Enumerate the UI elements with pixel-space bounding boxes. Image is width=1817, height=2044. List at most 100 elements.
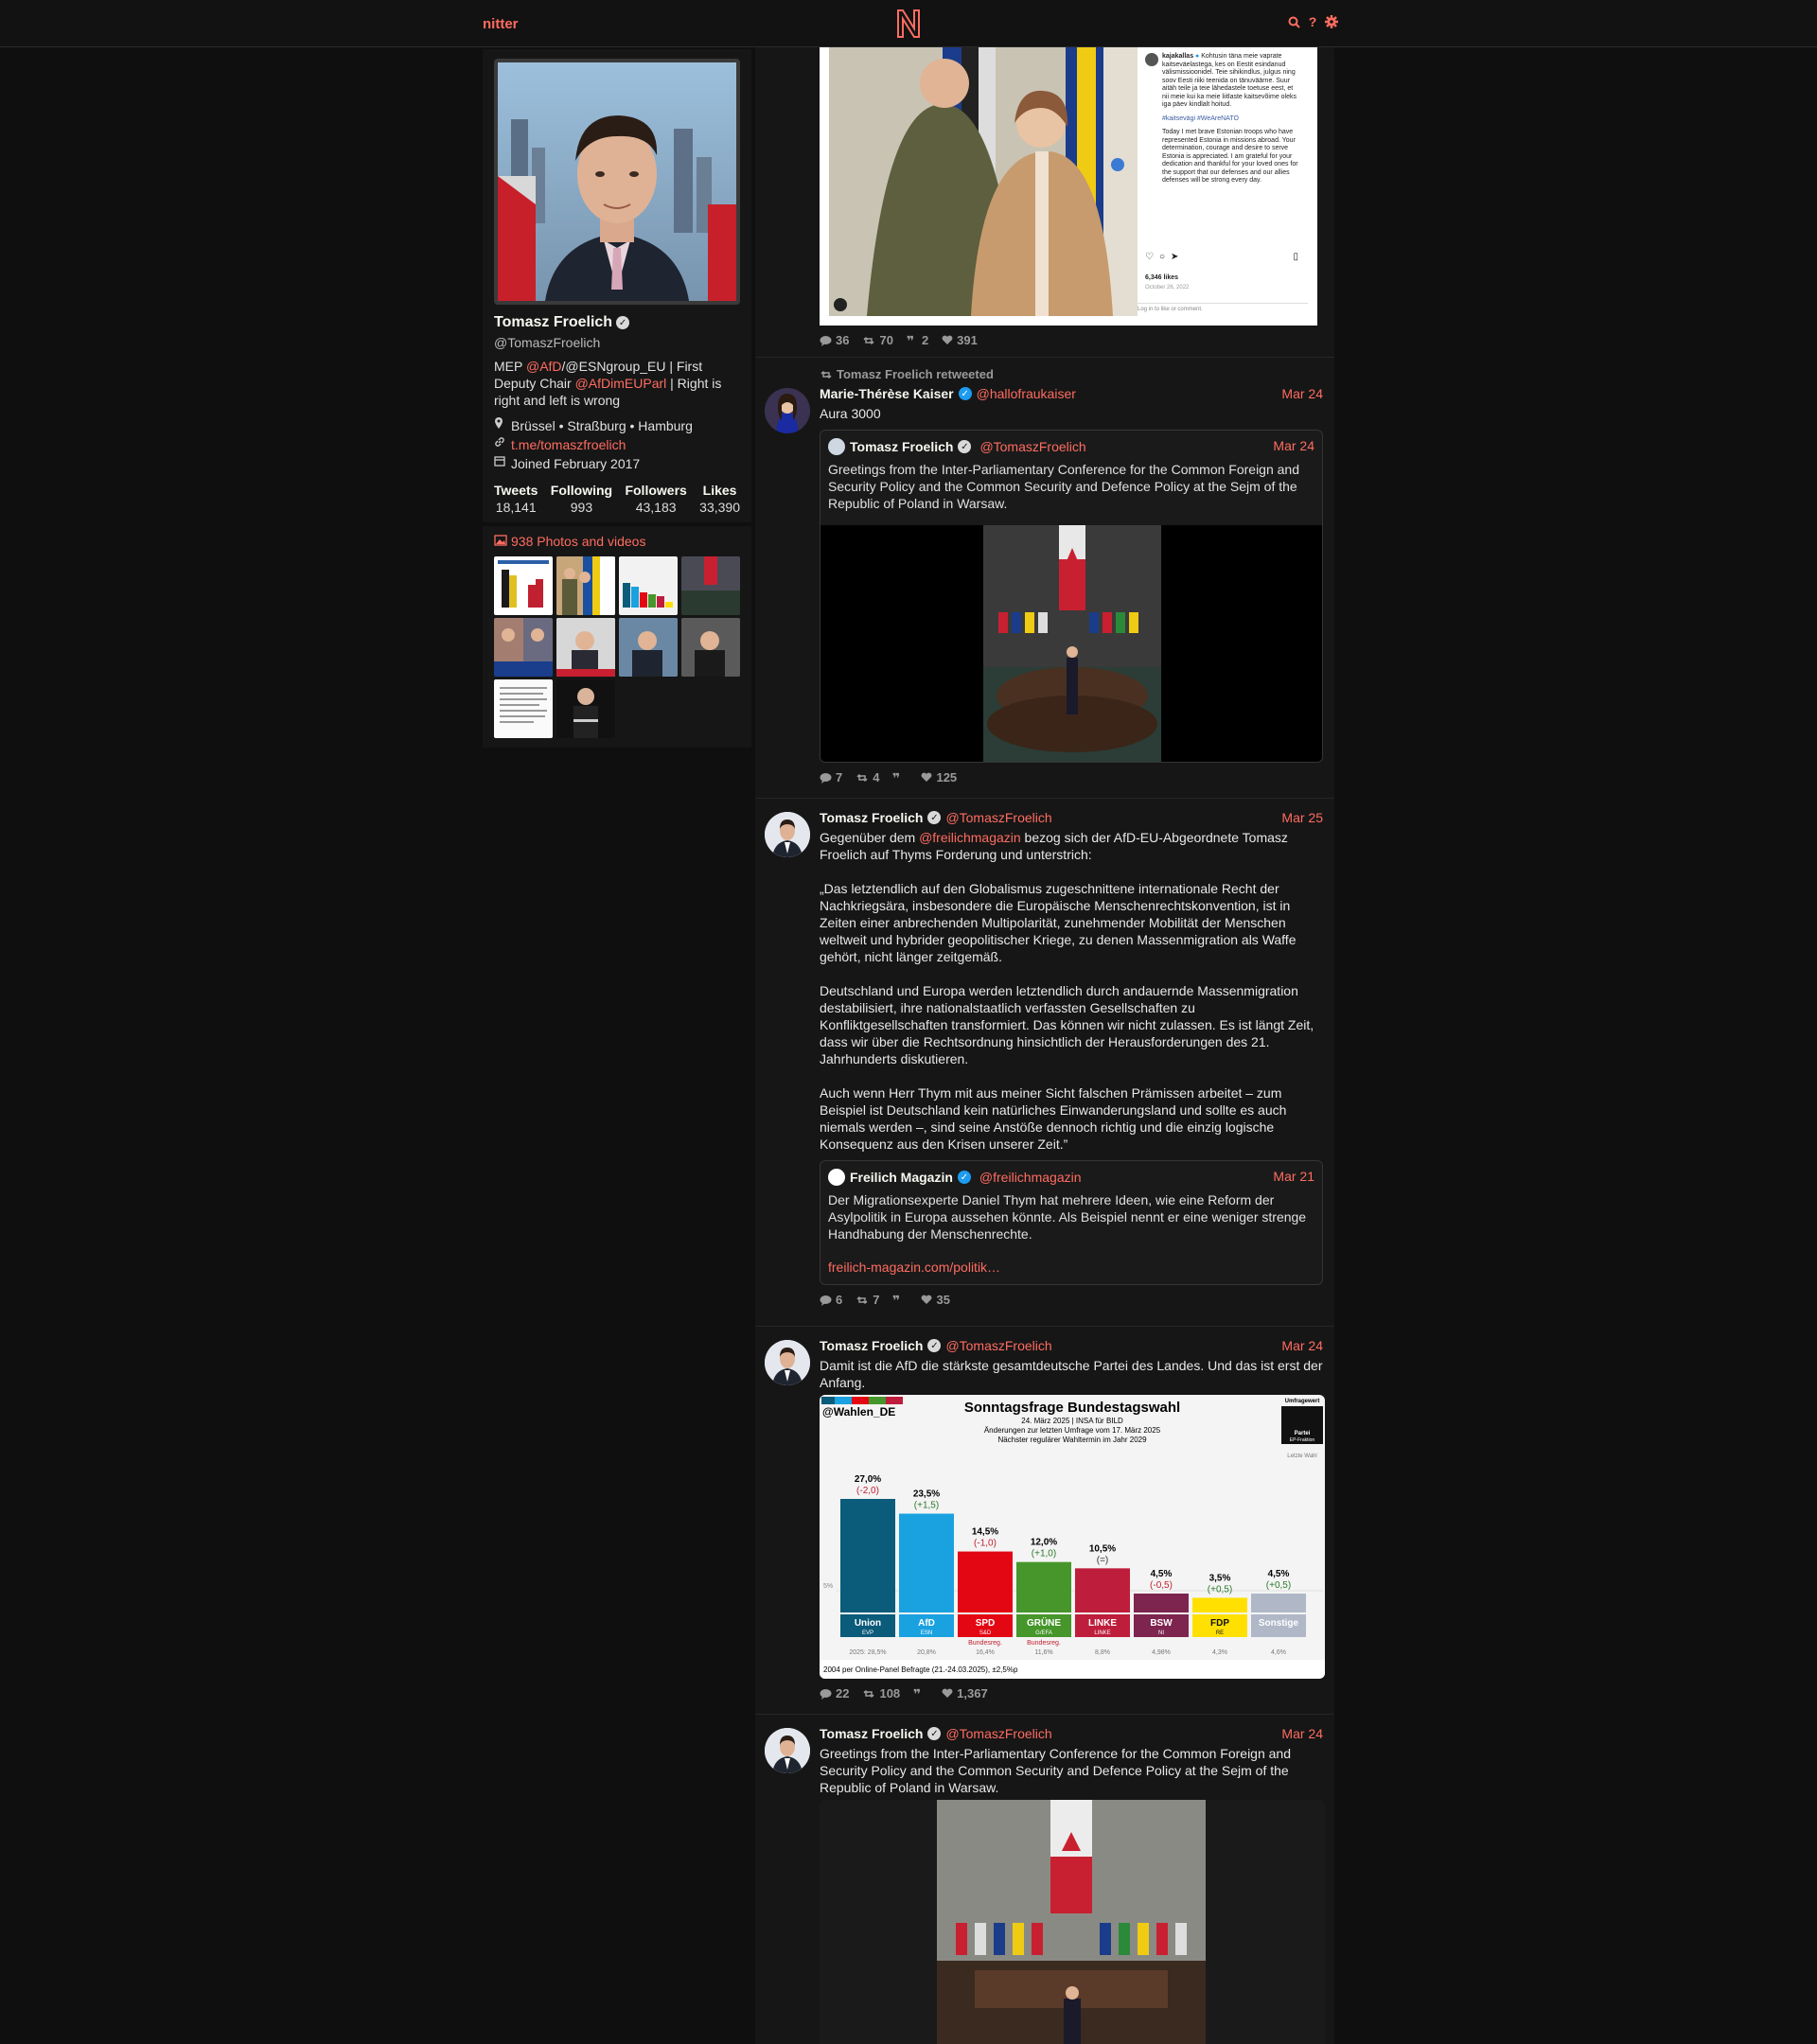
quote-stat[interactable]: ❞: [913, 1686, 928, 1700]
retweet-stat[interactable]: 7: [856, 1293, 879, 1307]
tweet-image[interactable]: [937, 1800, 1206, 2044]
tweet-text-part: Gegenüber dem: [820, 830, 920, 845]
stat-tweets[interactable]: Tweets 18,141: [494, 483, 538, 515]
media-thumb[interactable]: [681, 618, 740, 677]
tweet-author-handle[interactable]: @hallofraukaiser: [977, 386, 1076, 401]
reply-stat[interactable]: 22: [820, 1686, 849, 1700]
tweet[interactable]: Tomasz Froelich ✓ @TomaszFroelich Mar 24…: [755, 1715, 1334, 2044]
tweet-author-handle[interactable]: @TomaszFroelich: [945, 1338, 1051, 1353]
quote-author-name[interactable]: Tomasz Froelich: [850, 439, 953, 454]
like-stat[interactable]: 1,367: [942, 1686, 988, 1700]
media-thumb[interactable]: [556, 556, 615, 615]
search-icon[interactable]: [1287, 14, 1300, 29]
tweet-author-name[interactable]: Tomasz Froelich: [820, 1726, 923, 1741]
chart-category-label: Union: [855, 1618, 881, 1629]
reply-stat[interactable]: 7: [820, 770, 842, 784]
media-thumb[interactable]: [556, 618, 615, 677]
quote-stat[interactable]: ❞: [892, 770, 908, 784]
media-title-text[interactable]: 938 Photos and videos: [511, 534, 645, 549]
tweet-date[interactable]: Mar 24: [1281, 1338, 1323, 1353]
like-stat[interactable]: 125: [921, 770, 957, 784]
media-thumb[interactable]: [556, 679, 615, 738]
tweet[interactable]: Tomasz Froelich retweeted Marie-Thérèse …: [755, 358, 1334, 799]
tweet[interactable]: kajakallas ● Kohtusin täna meie vaprate …: [755, 47, 1334, 358]
like-count: 35: [936, 1293, 950, 1307]
retweet-stat[interactable]: 108: [862, 1686, 900, 1700]
picture-icon: [494, 534, 507, 549]
retweet-stat[interactable]: 70: [862, 333, 893, 347]
bio-link-afd[interactable]: @AfD: [526, 359, 562, 374]
tweet-date[interactable]: Mar 24: [1281, 386, 1323, 401]
profile-handle[interactable]: @TomaszFroelich: [494, 335, 740, 350]
quote-stat[interactable]: ❞: [892, 1293, 908, 1307]
nitter-home-link[interactable]: nitter: [483, 16, 519, 32]
tweet-avatar[interactable]: [765, 812, 810, 857]
tweet-avatar[interactable]: [765, 388, 810, 433]
media-thumb[interactable]: [494, 556, 553, 615]
quote-tweet[interactable]: Freilich Magazin ✓ @freilichmagazin Mar …: [820, 1160, 1323, 1285]
poll-chart-image[interactable]: @Wahlen_DE Sonntagsfrage Bundestagswahl …: [820, 1395, 1325, 1679]
tweet-author-handle[interactable]: @TomaszFroelich: [945, 810, 1051, 825]
retweet-stat[interactable]: 4: [856, 770, 879, 784]
stat-likes[interactable]: Likes 33,390: [699, 483, 740, 515]
tweet-avatar[interactable]: [765, 1728, 810, 1773]
quote-icon: ❞: [892, 772, 900, 784]
tweet-author-name[interactable]: Tomasz Froelich: [820, 1338, 923, 1353]
quote-text: Der Migrationsexperte Daniel Thym hat me…: [828, 1192, 1307, 1242]
tweet-date[interactable]: Mar 24: [1281, 1726, 1323, 1741]
reply-stat[interactable]: 6: [820, 1293, 842, 1307]
media-title-link[interactable]: 938 Photos and videos: [494, 534, 740, 549]
chart-last-election-label: 16,4%: [976, 1649, 995, 1656]
quote-link[interactable]: freilich-magazin.com/politik…: [828, 1260, 1000, 1275]
media-thumb[interactable]: [619, 618, 678, 677]
media-thumb[interactable]: [681, 556, 740, 615]
like-count: 125: [936, 770, 958, 784]
comment-icon: [820, 335, 832, 346]
quote-date[interactable]: Mar 21: [1273, 1169, 1314, 1184]
heart-icon: [922, 772, 932, 782]
reply-stat[interactable]: 36: [820, 333, 849, 347]
tweet[interactable]: Tomasz Froelich ✓ @TomaszFroelich Mar 24…: [755, 1327, 1334, 1715]
media-thumb[interactable]: [619, 556, 678, 615]
media-thumb[interactable]: [494, 618, 553, 677]
like-stat[interactable]: 35: [921, 1293, 950, 1307]
comment-icon: [820, 772, 832, 784]
quote-date[interactable]: Mar 24: [1273, 438, 1314, 453]
mention-link[interactable]: @freilichmagazin: [919, 830, 1021, 845]
stat-following[interactable]: Following 993: [551, 483, 612, 515]
help-icon[interactable]: ?: [1306, 14, 1319, 29]
chart-note-label: Bundesreg.: [968, 1640, 1002, 1647]
nitter-logo-icon[interactable]: [894, 8, 923, 40]
tweet-author-name[interactable]: Tomasz Froelich: [820, 810, 923, 825]
retweet-count: 7: [873, 1293, 880, 1307]
chart-value-label: 4,5%: [1268, 1569, 1290, 1579]
gear-icon[interactable]: [1325, 14, 1338, 29]
quote-author-name[interactable]: Freilich Magazin: [850, 1170, 953, 1185]
media-thumb[interactable]: [494, 679, 553, 738]
tweet-body: Marie-Thérèse Kaiser ✓ @hallofraukaiser …: [820, 386, 1323, 784]
tweet-avatar[interactable]: [765, 1340, 810, 1385]
chart-value-label: 23,5%: [913, 1489, 940, 1500]
quote-image[interactable]: [983, 525, 1161, 762]
retweet-count: 4: [873, 770, 880, 784]
verified-icon: ✓: [958, 440, 972, 453]
tweet[interactable]: Tomasz Froelich ✓ @TomaszFroelich Mar 25…: [755, 799, 1334, 1327]
tweet-author-handle[interactable]: @TomaszFroelich: [945, 1726, 1051, 1741]
profile-name[interactable]: Tomasz Froelich ✓: [494, 314, 740, 331]
profile-name-text[interactable]: Tomasz Froelich: [494, 314, 612, 331]
like-stat[interactable]: 391: [942, 333, 978, 347]
stat-followers[interactable]: Followers 43,183: [625, 483, 686, 515]
chart-last-election-label: 11,6%: [1034, 1649, 1052, 1656]
quote-author-handle[interactable]: @freilichmagazin: [979, 1170, 1082, 1185]
profile-website-link[interactable]: t.me/tomaszfroelich: [511, 435, 626, 454]
tweet-author-name[interactable]: Marie-Thérèse Kaiser: [820, 386, 954, 401]
quote-author-handle[interactable]: @TomaszFroelich: [979, 439, 1085, 454]
tweet-date[interactable]: Mar 25: [1281, 810, 1323, 825]
tweet-image[interactable]: kajakallas ● Kohtusin täna meie vaprate …: [820, 47, 1317, 326]
quote-tweet[interactable]: Tomasz Froelich ✓ @TomaszFroelich Mar 24…: [820, 430, 1323, 763]
bio-text: MEP: [494, 359, 526, 374]
profile-avatar[interactable]: [494, 59, 740, 305]
bio-link-afdimeuparl[interactable]: @AfDimEUParl: [575, 376, 667, 391]
instagram-login: Log in to like or comment.: [1138, 303, 1308, 314]
quote-stat[interactable]: ❞ 2: [907, 333, 928, 347]
